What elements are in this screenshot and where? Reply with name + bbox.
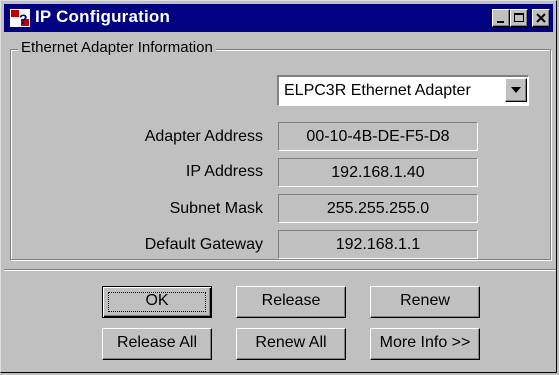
maximize-icon [514, 13, 524, 22]
renew-button[interactable]: Renew [370, 286, 480, 318]
ip-address-field: 192.168.1.40 [278, 158, 478, 187]
svg-text:?: ? [19, 11, 28, 27]
renew-label: Renew [400, 292, 450, 309]
ok-label: OK [145, 292, 169, 309]
title-bar[interactable]: ? IP Configuration [4, 4, 553, 32]
default-gateway-label: Default Gateway [144, 236, 263, 253]
close-icon [536, 13, 546, 23]
window-title: IP Configuration [35, 7, 171, 26]
maximize-button[interactable] [510, 9, 528, 27]
renew-all-label: Renew All [255, 334, 327, 351]
ip-configuration-window: ? IP Configuration Ethernet Adapter Info… [0, 0, 557, 373]
minimize-icon [497, 21, 504, 23]
release-all-label: Release All [116, 334, 198, 351]
renew-all-button[interactable]: Renew All [236, 328, 346, 360]
network-config-icon: ? [10, 9, 30, 27]
dropdown-button[interactable] [505, 78, 527, 102]
close-button[interactable] [532, 9, 550, 27]
default-gateway-field: 192.168.1.1 [278, 230, 478, 259]
release-label: Release [261, 292, 321, 309]
adapter-address-label: Adapter Address [144, 128, 263, 145]
more-info-button[interactable]: More Info >> [370, 328, 480, 360]
adapter-select[interactable]: ELPC3R Ethernet Adapter [277, 75, 529, 106]
more-info-label: More Info >> [379, 334, 471, 351]
divider [4, 269, 556, 271]
adapter-address-field: 00-10-4B-DE-F5-D8 [278, 122, 478, 151]
subnet-mask-field: 255.255.255.0 [278, 194, 478, 223]
release-all-button[interactable]: Release All [102, 328, 212, 360]
release-button[interactable]: Release [236, 286, 346, 318]
subnet-mask-label: Subnet Mask [169, 200, 263, 217]
chevron-down-icon [511, 87, 521, 93]
ip-address-label: IP Address [185, 163, 263, 180]
group-label: Ethernet Adapter Information [18, 39, 216, 56]
ok-button[interactable]: OK [102, 286, 212, 318]
adapter-select-value: ELPC3R Ethernet Adapter [284, 82, 471, 99]
minimize-button[interactable] [492, 9, 510, 27]
